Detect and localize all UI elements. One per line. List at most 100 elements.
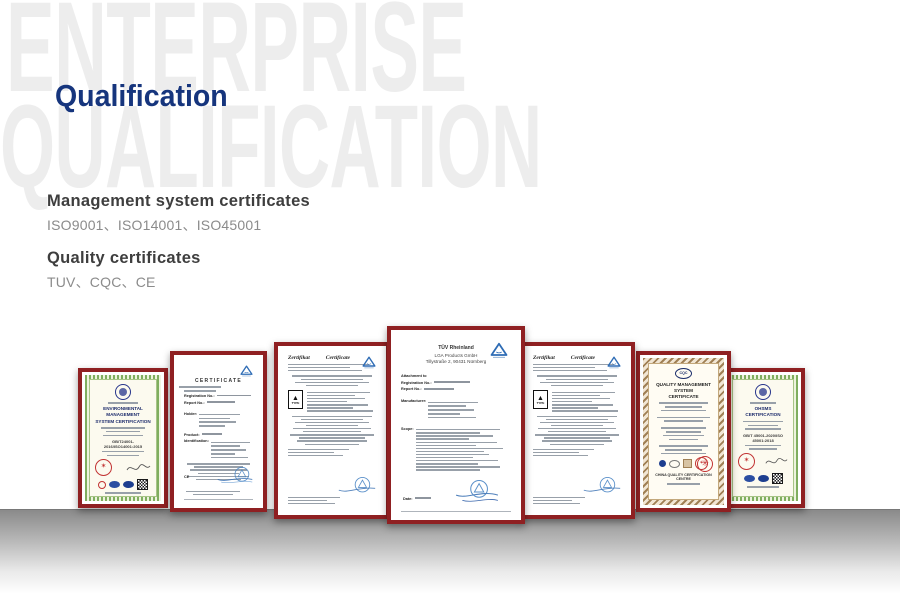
date-label: Date: [403, 497, 413, 501]
text-line [533, 370, 607, 371]
text-line [288, 500, 327, 501]
text-line [428, 409, 473, 411]
text-line [306, 385, 357, 386]
text-line [747, 486, 779, 488]
text-line [305, 444, 360, 445]
field-value [217, 395, 251, 397]
text-line [106, 431, 140, 433]
text-line [103, 435, 143, 437]
text-line [288, 497, 340, 498]
text-line [428, 405, 466, 407]
quality-certificates-list: TUV、CQC、CE [47, 272, 201, 292]
certificate-paper: Zertifikat Certificate ▲TYPE [526, 349, 628, 512]
management-certificates-list: ISO9001、ISO14001、ISO45001 [47, 215, 310, 235]
product-row: Product: [184, 433, 253, 437]
seal-signature-row: ✶ [738, 453, 788, 470]
field-label: Registration No.: [184, 394, 215, 398]
field-label: Registration No.: [401, 381, 432, 385]
text-line [661, 427, 707, 429]
text-line [307, 395, 355, 396]
text-line [750, 402, 777, 404]
text-line [416, 463, 479, 464]
footer-text [288, 495, 344, 504]
text-line [211, 449, 246, 451]
text-line [749, 448, 777, 450]
field-value [207, 401, 235, 403]
text-block [107, 400, 139, 404]
certificate-tuv-attachment-center: TÜV Rheinland LGA Products GmbH Tillystr… [387, 326, 525, 524]
text-line [186, 491, 239, 492]
text-block [99, 425, 147, 436]
field-label: Holder: [184, 412, 197, 416]
text-line [537, 375, 618, 376]
text-line [659, 402, 708, 404]
certification-body-emblem-icon [755, 384, 771, 400]
tuv-stamp-signature-icon [454, 479, 500, 505]
text-line [306, 425, 357, 426]
quality-certificates-block: Quality certificates TUV、CQC、CE [47, 249, 201, 292]
identification-lines [211, 439, 253, 458]
certificate-paper: Zertifikat Certificate ▲TYPE [281, 349, 383, 512]
validity-block [656, 443, 710, 454]
tuv-rheinland-logo-icon [490, 342, 508, 359]
ornate-green-border: ENVIRONMENTAL MANAGEMENT SYSTEM CERTIFIC… [85, 375, 161, 501]
text-line [288, 370, 362, 371]
text-line [666, 431, 701, 433]
notes-block [533, 449, 599, 456]
text-line [428, 402, 478, 404]
text-line [533, 452, 579, 453]
text-line [307, 410, 373, 411]
text-line [745, 428, 781, 430]
certificate-number-block [657, 400, 710, 411]
text-line [533, 503, 580, 504]
text-line [199, 421, 236, 423]
certificate-tuv-zertifikat-right: Zertifikat Certificate ▲TYPE [519, 342, 635, 519]
text-line [101, 427, 145, 429]
attachment-row: Attachment to [401, 374, 511, 378]
text-line [416, 466, 501, 467]
text-line [211, 442, 250, 444]
certificate-title: OHSMS CERTIFICATION [738, 406, 788, 418]
text-line [552, 404, 613, 405]
text-block [749, 400, 778, 404]
red-seal-icon: ✶ [738, 453, 755, 470]
text-line [107, 455, 138, 457]
date-value [415, 497, 431, 499]
text-line [307, 392, 370, 393]
text-block [743, 443, 783, 451]
text-line [546, 379, 608, 380]
text-line [416, 454, 490, 455]
module-list [307, 390, 376, 412]
field-value [424, 388, 454, 390]
field-label: Scope: [401, 427, 414, 431]
title-german: Zertifikat [533, 355, 555, 361]
text-line [663, 435, 705, 437]
text-line [295, 422, 369, 423]
text-line [552, 398, 610, 399]
tuv-mark-icon: ▲TYPE [533, 390, 548, 409]
qr-code-icon [772, 473, 783, 484]
field-label: Manufacturer: [401, 399, 426, 403]
text-line [552, 392, 615, 393]
text-line [540, 382, 614, 383]
cqc-logo-icon: CQC [675, 368, 692, 379]
footer-text [666, 481, 701, 485]
footer-text [533, 495, 589, 504]
certificate-cqc-quality-management: CQC QUALITY MANAGEMENT SYSTEM CERTIFICAT… [636, 351, 731, 512]
tuv-rheinland-logo-icon [607, 356, 621, 369]
certificate-tuv-zertifikat-left: Zertifikat Certificate ▲TYPE [274, 342, 390, 519]
module-list [552, 390, 621, 412]
text-line [748, 425, 778, 427]
text-line [661, 410, 706, 412]
certification-body-emblem-icon [115, 384, 131, 400]
type-approval-row: ▲TYPE [281, 390, 383, 412]
field-label: Report No.: [401, 387, 422, 391]
certificate-ohsms: OHSMS CERTIFICATION GB/T 45001-2020/ISO … [721, 368, 805, 508]
scope-block [659, 425, 709, 440]
text-line [416, 469, 480, 470]
field-value [202, 433, 222, 435]
registration-row: Registration No.: [184, 394, 253, 398]
text-line [307, 398, 365, 399]
field-label: Attachment to [401, 374, 427, 378]
text-line [105, 492, 141, 494]
